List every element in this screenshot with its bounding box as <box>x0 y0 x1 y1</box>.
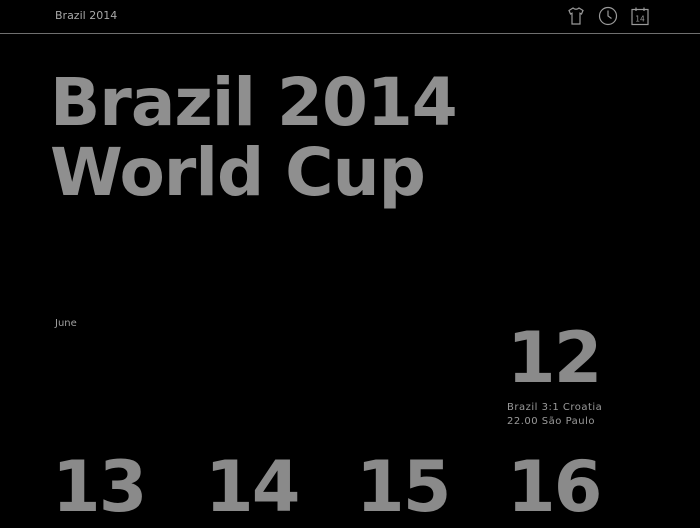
day-block-15[interactable]: 15 <box>356 446 451 528</box>
month-label: June <box>55 318 77 329</box>
header-icons: 14 <box>566 6 650 26</box>
shirt-icon[interactable] <box>566 6 586 26</box>
title-line-2: World Cup <box>50 134 426 211</box>
day-block-12[interactable]: 12 Brazil 3:1 Croatia 22.00 São Paulo <box>507 323 602 429</box>
title-line-1: Brazil 2014 <box>50 64 458 141</box>
clock-icon[interactable] <box>598 6 618 26</box>
day-number: 15 <box>356 446 451 528</box>
calendar-icon[interactable]: 14 <box>630 6 650 26</box>
day-number: 13 <box>52 446 147 528</box>
day-block-14[interactable]: 14 <box>205 446 300 528</box>
day-block-16[interactable]: 16 <box>507 446 602 528</box>
calendar-icon-label: 14 <box>635 15 645 24</box>
day-number: 16 <box>507 446 602 528</box>
top-bar: Brazil 2014 14 <box>0 0 700 34</box>
match-result: Brazil 3:1 Croatia <box>507 402 603 413</box>
day-block-13[interactable]: 13 <box>52 446 147 528</box>
page-title: Brazil 2014 World Cup <box>50 64 458 211</box>
site-brand[interactable]: Brazil 2014 <box>55 9 117 23</box>
match-time-venue: 22.00 São Paulo <box>507 416 596 427</box>
day-number: 14 <box>205 446 300 528</box>
day-number: 12 <box>507 317 602 399</box>
